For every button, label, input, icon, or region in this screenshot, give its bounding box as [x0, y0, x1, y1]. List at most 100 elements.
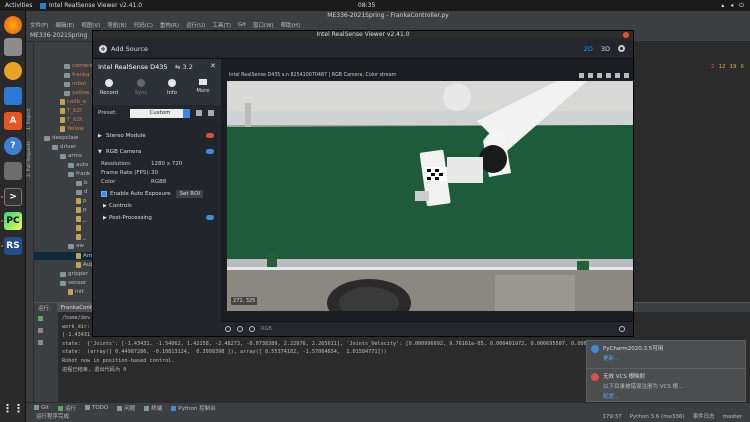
tree-item[interactable]	[76, 224, 83, 232]
gear-icon[interactable]	[618, 45, 625, 52]
notification-vcs[interactable]: 无效 VCS 根映射 以下目录被错误注册为 VCS 根... 配置...	[586, 368, 746, 402]
tree-item[interactable]: T_b2t	[60, 116, 82, 124]
tree-item[interactable]: init	[68, 288, 84, 296]
interpreter[interactable]: Python 3.6 (me336)	[630, 413, 685, 422]
info-icon[interactable]	[606, 73, 611, 78]
more-button[interactable]: More	[188, 79, 218, 94]
tree-item[interactable]: gripper	[60, 270, 88, 278]
tree-item[interactable]: _	[76, 233, 86, 241]
snapshot-icon[interactable]	[597, 73, 602, 78]
pause-icon[interactable]	[588, 73, 593, 78]
stereo-module-section[interactable]: ▶ Stereo Module	[93, 129, 221, 143]
notification-link[interactable]: 配置...	[603, 392, 741, 400]
rerun-icon[interactable]	[38, 316, 43, 321]
stream-close-icon[interactable]	[619, 326, 625, 332]
tool-python-console[interactable]: Python 控制台	[171, 404, 216, 412]
tree-item[interactable]: auto	[68, 161, 88, 169]
controls-section[interactable]: ▶ Controls	[93, 199, 221, 211]
rgb-camera-section[interactable]: ▼ RGB Camera	[93, 145, 221, 159]
tool-todo[interactable]: TODO	[84, 405, 108, 411]
tree-item[interactable]: robot	[64, 80, 87, 88]
menu-help[interactable]: 帮助(H)	[281, 21, 300, 29]
app-store-icon[interactable]: A	[4, 112, 22, 130]
download-icon[interactable]	[208, 110, 214, 116]
menu-window[interactable]: 窗口(W)	[253, 21, 274, 29]
scroll-icon[interactable]	[38, 340, 43, 345]
tree-item[interactable]: franka	[64, 71, 90, 79]
rhythmbox-icon[interactable]	[4, 62, 22, 80]
inspection-status[interactable]: 2 12 19 6	[711, 64, 744, 70]
editor-area[interactable]: 2 12 19 6	[634, 42, 750, 302]
tree-item[interactable]: frank	[68, 170, 90, 178]
close-stream-icon[interactable]	[624, 73, 629, 78]
tree-item[interactable]: p	[76, 197, 87, 205]
rgb-camera-toggle[interactable]	[206, 149, 214, 154]
camera-icon[interactable]	[237, 326, 243, 332]
tool-git[interactable]: Git	[34, 405, 49, 411]
notification-link[interactable]: 更新...	[603, 354, 741, 362]
realsense-icon[interactable]: RS	[4, 237, 22, 255]
clock[interactable]: 08:35	[358, 2, 375, 9]
tool-terminal[interactable]: 终端	[144, 404, 162, 412]
set-roi-button[interactable]: Set ROI	[176, 190, 204, 198]
view-2d-tab[interactable]: 2D	[584, 45, 593, 53]
tree-item[interactable]: sensor	[60, 279, 86, 287]
tree-item[interactable]: p	[76, 206, 87, 214]
auto-exposure-checkbox[interactable]	[101, 191, 107, 197]
system-tray[interactable]: ▴ ◂ ⏻	[721, 2, 744, 10]
post-processing-section[interactable]: ▶ Post-Processing	[93, 211, 221, 223]
record-button[interactable]: Record	[94, 79, 124, 96]
firefox-icon[interactable]	[4, 16, 22, 34]
terminal-icon[interactable]: >	[4, 188, 22, 206]
menu-refactor[interactable]: 重构(R)	[160, 21, 179, 29]
help-icon[interactable]: ?	[4, 137, 22, 155]
tree-item[interactable]: calib_e	[60, 98, 86, 106]
stop-icon[interactable]	[38, 328, 43, 333]
exposure-icon[interactable]	[225, 326, 231, 332]
tree-item[interactable]: camera	[64, 62, 92, 70]
tree-item[interactable]: b	[76, 179, 88, 187]
git-branch[interactable]: master	[723, 413, 742, 422]
color-stream-view[interactable]	[227, 81, 633, 311]
tree-item[interactable]: yellow	[64, 89, 90, 97]
tree-item[interactable]: T_b2l	[60, 107, 82, 115]
caret-position[interactable]: 179:37	[602, 413, 621, 422]
menu-navigate[interactable]: 导航(N)	[107, 21, 126, 29]
stereo-module-toggle[interactable]	[206, 133, 214, 138]
files-icon[interactable]	[4, 38, 22, 56]
camera-app-icon[interactable]	[4, 162, 22, 180]
grid-icon[interactable]	[579, 73, 584, 78]
menu-edit[interactable]: 编辑(E)	[55, 21, 74, 29]
menu-tools[interactable]: 工具(T)	[212, 21, 231, 29]
tool-problems[interactable]: 问题	[117, 404, 135, 412]
info-button[interactable]: Info	[157, 79, 187, 96]
close-icon[interactable]	[623, 32, 629, 38]
menu-run[interactable]: 运行(U)	[186, 21, 205, 29]
menu-code[interactable]: 代码(C)	[134, 21, 153, 29]
resolution-value[interactable]: 1280 x 720	[151, 161, 182, 167]
tree-item[interactable]: Arm	[76, 252, 92, 260]
pycharm-icon[interactable]: PC	[4, 212, 22, 230]
event-log[interactable]: 事件日志	[693, 413, 715, 422]
active-app-indicator[interactable]: Intel RealSense Viewer v2.41.0	[40, 2, 142, 9]
show-apps-icon[interactable]: ⋮⋮	[2, 399, 24, 417]
tree-item[interactable]: deepclaw	[44, 134, 78, 142]
menu-view[interactable]: 视图(V)	[81, 21, 100, 29]
writer-icon[interactable]	[4, 87, 22, 105]
tree-item[interactable]: Yellow	[60, 125, 84, 133]
tree-item[interactable]: _	[76, 215, 86, 223]
color-format-value[interactable]: RGB8	[151, 179, 166, 185]
preset-select[interactable]: Custom	[130, 109, 190, 118]
project-tool-tab[interactable]: 1: Project	[27, 109, 32, 130]
tool-run[interactable]: 运行	[57, 404, 76, 412]
tree-item[interactable]: arms	[60, 152, 82, 160]
fps-value[interactable]: 30	[151, 170, 158, 176]
pull-requests-tool-tab[interactable]: 2: Pull Requests	[27, 141, 32, 177]
view-3d-tab[interactable]: 3D	[601, 45, 610, 53]
maximize-icon[interactable]	[615, 73, 620, 78]
post-processing-toggle[interactable]	[206, 215, 214, 220]
run-config-tab[interactable]: FrankaCont	[56, 302, 97, 313]
tree-item[interactable]: d	[76, 188, 88, 196]
activities-button[interactable]: Activities	[5, 2, 32, 9]
tree-item[interactable]: aw	[68, 242, 84, 250]
